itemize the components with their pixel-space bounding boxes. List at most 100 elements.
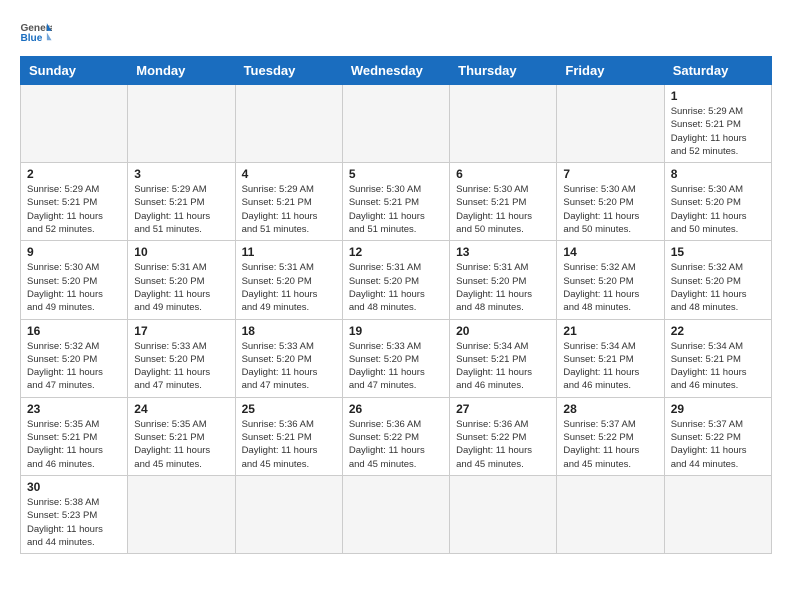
header: General Blue bbox=[20, 16, 772, 48]
day-info: Sunrise: 5:32 AMSunset: 5:20 PMDaylight:… bbox=[563, 261, 657, 314]
day-info: Sunrise: 5:31 AMSunset: 5:20 PMDaylight:… bbox=[456, 261, 550, 314]
day-info: Sunrise: 5:31 AMSunset: 5:20 PMDaylight:… bbox=[349, 261, 443, 314]
day-number: 10 bbox=[134, 245, 228, 259]
calendar-cell bbox=[557, 85, 664, 163]
calendar-cell: 12 Sunrise: 5:31 AMSunset: 5:20 PMDayligh… bbox=[342, 241, 449, 319]
calendar-cell bbox=[557, 475, 664, 553]
calendar-cell: 4 Sunrise: 5:29 AMSunset: 5:21 PMDaylight… bbox=[235, 163, 342, 241]
calendar-cell: 29Sunrise: 5:37 AMSunset: 5:22 PMDayligh… bbox=[664, 397, 771, 475]
day-number: 26 bbox=[349, 402, 443, 416]
day-info: Sunrise: 5:30 AMSunset: 5:20 PMDaylight:… bbox=[563, 183, 657, 236]
day-number: 14 bbox=[563, 245, 657, 259]
calendar-cell: 30Sunrise: 5:38 AMSunset: 5:23 PMDayligh… bbox=[21, 475, 128, 553]
calendar-cell: 9 Sunrise: 5:30 AMSunset: 5:20 PMDaylight… bbox=[21, 241, 128, 319]
day-info: Sunrise: 5:36 AMSunset: 5:22 PMDaylight:… bbox=[349, 418, 443, 471]
calendar-cell: 21 Sunrise: 5:34 AMSunset: 5:21 PMDayligh… bbox=[557, 319, 664, 397]
day-info: Sunrise: 5:31 AMSunset: 5:20 PMDaylight:… bbox=[242, 261, 336, 314]
day-number: 25 bbox=[242, 402, 336, 416]
day-number: 6 bbox=[456, 167, 550, 181]
day-info: Sunrise: 5:29 AMSunset: 5:21 PMDaylight:… bbox=[27, 183, 121, 236]
day-number: 9 bbox=[27, 245, 121, 259]
header-row: SundayMondayTuesdayWednesdayThursdayFrid… bbox=[21, 57, 772, 85]
calendar-cell bbox=[664, 475, 771, 553]
day-info: Sunrise: 5:37 AMSunset: 5:22 PMDaylight:… bbox=[563, 418, 657, 471]
col-header-tuesday: Tuesday bbox=[235, 57, 342, 85]
calendar-cell: 25 Sunrise: 5:36 AMSunset: 5:21 PMDayligh… bbox=[235, 397, 342, 475]
calendar-cell: 1Sunrise: 5:29 AMSunset: 5:21 PMDaylight… bbox=[664, 85, 771, 163]
day-number: 21 bbox=[563, 324, 657, 338]
day-info: Sunrise: 5:34 AMSunset: 5:21 PMDaylight:… bbox=[671, 340, 765, 393]
col-header-friday: Friday bbox=[557, 57, 664, 85]
day-number: 7 bbox=[563, 167, 657, 181]
calendar-cell bbox=[128, 85, 235, 163]
calendar-cell bbox=[21, 85, 128, 163]
calendar-cell: 20 Sunrise: 5:34 AMSunset: 5:21 PMDayligh… bbox=[450, 319, 557, 397]
day-info: Sunrise: 5:38 AMSunset: 5:23 PMDaylight:… bbox=[27, 496, 121, 549]
day-info: Sunrise: 5:35 AMSunset: 5:21 PMDaylight:… bbox=[134, 418, 228, 471]
col-header-thursday: Thursday bbox=[450, 57, 557, 85]
calendar-cell: 24 Sunrise: 5:35 AMSunset: 5:21 PMDayligh… bbox=[128, 397, 235, 475]
calendar-cell: 10 Sunrise: 5:31 AMSunset: 5:20 PMDayligh… bbox=[128, 241, 235, 319]
col-header-sunday: Sunday bbox=[21, 57, 128, 85]
day-number: 20 bbox=[456, 324, 550, 338]
calendar-cell: 11 Sunrise: 5:31 AMSunset: 5:20 PMDayligh… bbox=[235, 241, 342, 319]
calendar-cell: 14 Sunrise: 5:32 AMSunset: 5:20 PMDayligh… bbox=[557, 241, 664, 319]
day-info: Sunrise: 5:36 AMSunset: 5:21 PMDaylight:… bbox=[242, 418, 336, 471]
day-info: Sunrise: 5:33 AMSunset: 5:20 PMDaylight:… bbox=[134, 340, 228, 393]
day-info: Sunrise: 5:30 AMSunset: 5:20 PMDaylight:… bbox=[27, 261, 121, 314]
calendar-cell: 15 Sunrise: 5:32 AMSunset: 5:20 PMDayligh… bbox=[664, 241, 771, 319]
calendar-cell: 8 Sunrise: 5:30 AMSunset: 5:20 PMDaylight… bbox=[664, 163, 771, 241]
day-info: Sunrise: 5:35 AMSunset: 5:21 PMDaylight:… bbox=[27, 418, 121, 471]
calendar-cell: 13 Sunrise: 5:31 AMSunset: 5:20 PMDayligh… bbox=[450, 241, 557, 319]
day-number: 27 bbox=[456, 402, 550, 416]
calendar-cell bbox=[235, 85, 342, 163]
calendar-cell: 23Sunrise: 5:35 AMSunset: 5:21 PMDayligh… bbox=[21, 397, 128, 475]
col-header-saturday: Saturday bbox=[664, 57, 771, 85]
calendar-cell bbox=[450, 475, 557, 553]
day-info: Sunrise: 5:34 AMSunset: 5:21 PMDaylight:… bbox=[456, 340, 550, 393]
calendar-cell bbox=[450, 85, 557, 163]
day-info: Sunrise: 5:32 AMSunset: 5:20 PMDaylight:… bbox=[671, 261, 765, 314]
calendar-cell: 26 Sunrise: 5:36 AMSunset: 5:22 PMDayligh… bbox=[342, 397, 449, 475]
day-number: 3 bbox=[134, 167, 228, 181]
day-number: 8 bbox=[671, 167, 765, 181]
logo-icon: General Blue bbox=[20, 20, 52, 48]
calendar-cell: 5Sunrise: 5:30 AMSunset: 5:21 PMDaylight… bbox=[342, 163, 449, 241]
day-info: Sunrise: 5:32 AMSunset: 5:20 PMDaylight:… bbox=[27, 340, 121, 393]
calendar-cell bbox=[128, 475, 235, 553]
day-number: 15 bbox=[671, 245, 765, 259]
logo: General Blue bbox=[20, 20, 52, 48]
calendar-cell: 3 Sunrise: 5:29 AMSunset: 5:21 PMDaylight… bbox=[128, 163, 235, 241]
calendar-table: SundayMondayTuesdayWednesdayThursdayFrid… bbox=[20, 56, 772, 554]
day-info: Sunrise: 5:37 AMSunset: 5:22 PMDaylight:… bbox=[671, 418, 765, 471]
day-number: 2 bbox=[27, 167, 121, 181]
day-info: Sunrise: 5:30 AMSunset: 5:20 PMDaylight:… bbox=[671, 183, 765, 236]
day-number: 24 bbox=[134, 402, 228, 416]
calendar-cell bbox=[342, 85, 449, 163]
day-number: 12 bbox=[349, 245, 443, 259]
day-number: 1 bbox=[671, 89, 765, 103]
calendar-cell: 27Sunrise: 5:36 AMSunset: 5:22 PMDayligh… bbox=[450, 397, 557, 475]
day-info: Sunrise: 5:29 AMSunset: 5:21 PMDaylight:… bbox=[242, 183, 336, 236]
day-number: 11 bbox=[242, 245, 336, 259]
col-header-wednesday: Wednesday bbox=[342, 57, 449, 85]
day-info: Sunrise: 5:31 AMSunset: 5:20 PMDaylight:… bbox=[134, 261, 228, 314]
day-number: 22 bbox=[671, 324, 765, 338]
calendar-cell: 7 Sunrise: 5:30 AMSunset: 5:20 PMDaylight… bbox=[557, 163, 664, 241]
week-row-5: 23Sunrise: 5:35 AMSunset: 5:21 PMDayligh… bbox=[21, 397, 772, 475]
day-info: Sunrise: 5:29 AMSunset: 5:21 PMDaylight:… bbox=[134, 183, 228, 236]
day-number: 13 bbox=[456, 245, 550, 259]
day-number: 17 bbox=[134, 324, 228, 338]
calendar-cell: 17 Sunrise: 5:33 AMSunset: 5:20 PMDayligh… bbox=[128, 319, 235, 397]
day-info: Sunrise: 5:33 AMSunset: 5:20 PMDaylight:… bbox=[349, 340, 443, 393]
day-info: Sunrise: 5:30 AMSunset: 5:21 PMDaylight:… bbox=[349, 183, 443, 236]
calendar-cell bbox=[235, 475, 342, 553]
week-row-1: 1Sunrise: 5:29 AMSunset: 5:21 PMDaylight… bbox=[21, 85, 772, 163]
day-info: Sunrise: 5:34 AMSunset: 5:21 PMDaylight:… bbox=[563, 340, 657, 393]
day-number: 4 bbox=[242, 167, 336, 181]
col-header-monday: Monday bbox=[128, 57, 235, 85]
calendar-cell: 2 Sunrise: 5:29 AMSunset: 5:21 PMDaylight… bbox=[21, 163, 128, 241]
week-row-6: 30Sunrise: 5:38 AMSunset: 5:23 PMDayligh… bbox=[21, 475, 772, 553]
week-row-3: 9 Sunrise: 5:30 AMSunset: 5:20 PMDaylight… bbox=[21, 241, 772, 319]
svg-text:Blue: Blue bbox=[20, 33, 42, 44]
